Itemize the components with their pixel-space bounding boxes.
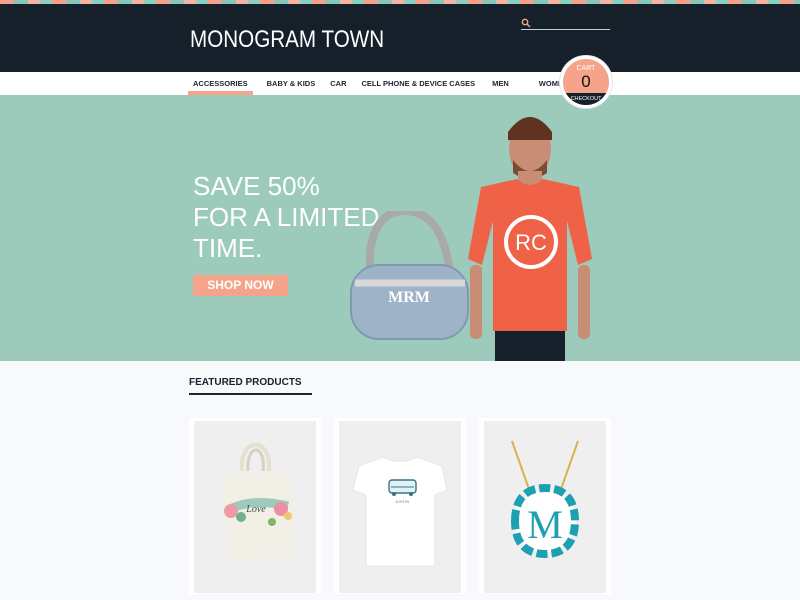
monogram-necklace-image: M [510,440,580,559]
nav-item-accessories[interactable]: ACCESSORIES [188,72,253,95]
product-card[interactable]: JUSTIN [334,418,466,594]
nav-item-cell-phone-cases[interactable]: CELL PHONE & DEVICE CASES [356,72,480,95]
product-image-tshirt[interactable]: JUSTIN [339,421,461,593]
featured-heading-underline [189,393,312,395]
product-image-monogram-necklace[interactable]: M [484,421,606,593]
category-nav: ACCESSORIES BABY & KIDS CAR CELL PHONE &… [188,72,573,95]
shirt-logo-text: RC [515,230,547,255]
product-image-tote-bag[interactable]: Love [194,421,316,593]
cart-label: CART [576,65,596,72]
product-card[interactable]: Love [189,418,321,594]
cart-button[interactable]: CART 0 CHECKOUT [560,56,612,108]
product-card[interactable]: M [479,418,611,594]
tote-bag-text: Love [245,504,266,515]
checkout-link[interactable]: CHECKOUT [563,93,609,105]
bag-monogram-text: MRM [388,289,430,306]
hero-banner: SAVE 50% FOR A LIMITED TIME. SHOP NOW MR… [0,95,800,361]
hero-title-line: SAVE 50% [193,171,320,201]
site-header: MONOGRAM TOWN [0,4,800,72]
brand-logo[interactable]: MONOGRAM TOWN [190,26,384,54]
duffel-bag-image: MRM [350,211,469,340]
nav-item-men[interactable]: MEN [487,72,514,95]
model-photo: RC [468,117,592,361]
tshirt-text: JUSTIN [395,499,409,504]
category-nav-bar: ACCESSORIES BABY & KIDS CAR CELL PHONE &… [0,72,800,95]
search-box[interactable] [521,16,610,30]
cart-count: 0 [581,72,591,91]
nav-item-baby-kids[interactable]: BABY & KIDS [262,72,321,95]
search-icon[interactable] [521,18,531,28]
nav-item-car[interactable]: CAR [325,72,351,95]
shop-now-button[interactable]: SHOP NOW [193,275,288,296]
tshirt-image: JUSTIN [352,456,448,567]
tote-bag-image: Love [222,442,297,562]
featured-products-heading: FEATURED PRODUCTS [189,377,302,388]
search-input[interactable] [533,16,609,28]
necklace-monogram-text: M [527,502,563,547]
